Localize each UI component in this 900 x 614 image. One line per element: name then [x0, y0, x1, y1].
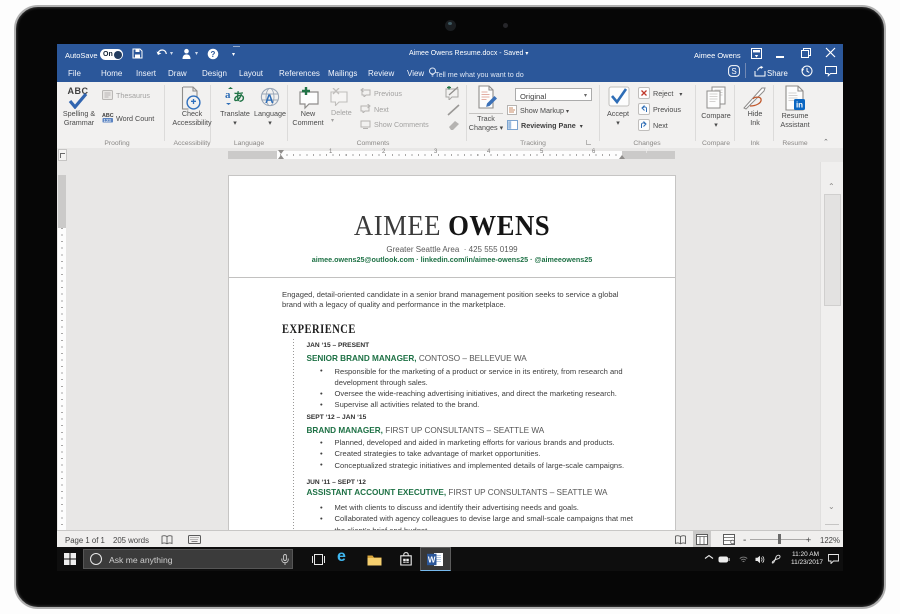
- svg-text:?: ?: [211, 50, 216, 59]
- svg-text:あ: あ: [233, 90, 245, 104]
- svg-text:A: A: [265, 92, 274, 106]
- svg-text:W: W: [428, 556, 436, 565]
- svg-text:a: a: [225, 89, 231, 101]
- svg-text:in: in: [796, 101, 803, 110]
- svg-text:S: S: [731, 67, 736, 76]
- svg-text:123: 123: [104, 118, 112, 123]
